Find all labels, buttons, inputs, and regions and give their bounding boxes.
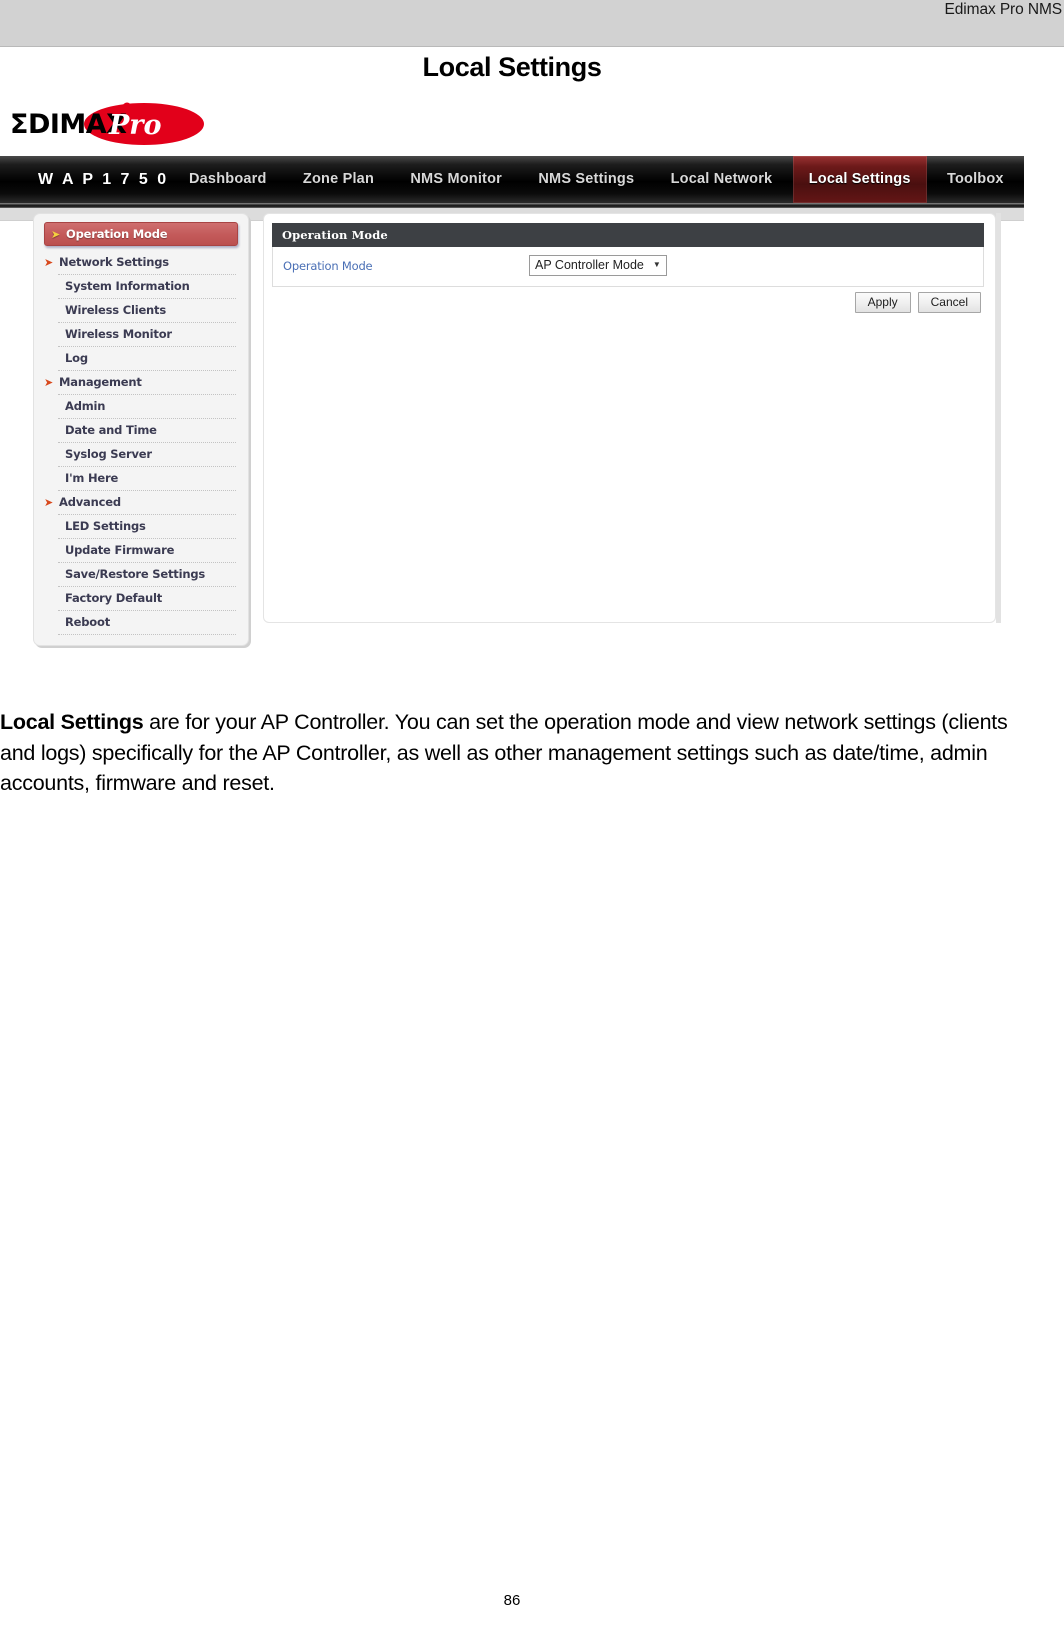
nav-item-nms-monitor[interactable]: NMS Monitor <box>394 156 518 203</box>
sidebar-item-wireless-monitor[interactable]: Wireless Monitor <box>34 323 248 345</box>
description-lead: Local Settings <box>0 710 144 734</box>
chevron-right-icon: ➤ <box>44 495 54 509</box>
chevron-down-icon: ▼ <box>652 260 661 269</box>
nav-item-zone-plan[interactable]: Zone Plan <box>287 156 390 203</box>
nav-item-local-network[interactable]: Local Network <box>655 156 789 203</box>
description-paragraph: Local Settings are for your AP Controlle… <box>0 707 1015 799</box>
document-running-header: Edimax Pro NMS <box>0 0 1064 47</box>
operation-mode-label: Operation Mode <box>283 258 373 273</box>
sidebar-item-wireless-clients[interactable]: Wireless Clients <box>34 299 248 321</box>
nav-item-nms-settings[interactable]: NMS Settings <box>522 156 650 203</box>
sidebar-item-advanced[interactable]: ➤ Advanced <box>34 491 248 513</box>
page-title: Local Settings <box>422 52 602 82</box>
svg-text:Pro: Pro <box>108 110 162 141</box>
panel-inner: Operation Mode Operation Mode AP Control… <box>272 223 984 287</box>
sidebar-item-date-and-time[interactable]: Date and Time <box>34 419 248 441</box>
nav-item-local-settings[interactable]: Local Settings <box>792 156 927 203</box>
sidebar-item-factory-default[interactable]: Factory Default <box>34 587 248 609</box>
page-number: 86 <box>503 1592 521 1609</box>
chevron-right-icon: ➤ <box>51 227 61 241</box>
apply-button[interactable]: Apply <box>854 292 911 313</box>
panel-field-row: Operation Mode AP Controller Mode ▼ <box>272 247 984 287</box>
chevron-right-icon: ➤ <box>44 375 54 389</box>
sidebar-item-im-here[interactable]: I'm Here <box>34 467 248 489</box>
panel-right-frame <box>996 213 1001 623</box>
nav-item-dashboard[interactable]: Dashboard <box>173 156 283 203</box>
sidebar-item-reboot[interactable]: Reboot <box>34 611 248 633</box>
nav-item-toolbox[interactable]: Toolbox <box>931 156 1020 203</box>
panel-title: Operation Mode <box>272 223 984 247</box>
sidebar-item-system-information[interactable]: System Information <box>34 275 248 297</box>
sidebar-item-label: Network Settings <box>59 255 169 269</box>
sidebar-item-admin[interactable]: Admin <box>34 395 248 417</box>
ui-sidebar: ➤ Operation Mode ➤ Network Settings Syst… <box>33 213 249 646</box>
cancel-button[interactable]: Cancel <box>917 292 981 313</box>
description-rest: are for your AP Controller. You can set … <box>0 710 1008 795</box>
operation-mode-select[interactable]: AP Controller Mode ▼ <box>529 255 667 276</box>
sidebar-divider <box>58 633 236 635</box>
running-header-text: Edimax Pro NMS <box>944 1 1063 18</box>
sidebar-item-log[interactable]: Log <box>34 347 248 369</box>
sidebar-item-network-settings[interactable]: ➤ Network Settings <box>34 251 248 273</box>
sidebar-item-led-settings[interactable]: LED Settings <box>34 515 248 537</box>
chevron-right-icon: ➤ <box>44 255 54 269</box>
sidebar-item-management[interactable]: ➤ Management <box>34 371 248 393</box>
sidebar-item-label: Advanced <box>59 495 121 509</box>
sidebar-item-save-restore-settings[interactable]: Save/Restore Settings <box>34 563 248 585</box>
navbar-brand: W A P 1 7 5 0 <box>38 170 169 188</box>
sidebar-item-update-firmware[interactable]: Update Firmware <box>34 539 248 561</box>
sidebar-item-label: Management <box>59 375 142 389</box>
operation-mode-panel: Operation Mode Operation Mode AP Control… <box>263 213 996 623</box>
sidebar-item-operation-mode[interactable]: ➤ Operation Mode <box>44 222 238 246</box>
panel-button-row: Apply Cancel <box>854 292 981 313</box>
edimax-pro-logo: ΣDIMAX Pro <box>8 100 204 148</box>
operation-mode-select-value: AP Controller Mode <box>535 258 644 272</box>
ui-navbar: W A P 1 7 5 0 Dashboard Zone Plan NMS Mo… <box>0 156 1024 203</box>
sidebar-item-label: Operation Mode <box>66 227 168 241</box>
embedded-ui-screenshot: ΣDIMAX Pro W A P 1 7 5 0 Dashboard Zone … <box>0 93 1024 663</box>
sidebar-item-syslog-server[interactable]: Syslog Server <box>34 443 248 465</box>
